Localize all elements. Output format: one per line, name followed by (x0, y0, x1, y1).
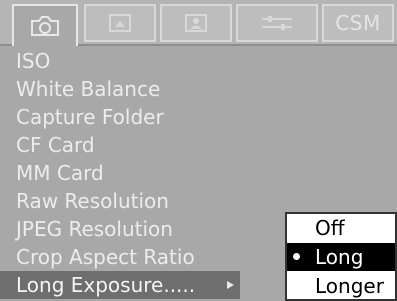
menu-item-mm-card[interactable]: MM Card (0, 159, 104, 187)
menu-item-long-exposure-label: Long Exposure...... (16, 273, 196, 297)
long-exposure-options-popup: Off Long Longer (285, 212, 397, 301)
menu-item-crop-aspect-ratio[interactable]: Crop Aspect Ratio (0, 243, 195, 271)
frame-icon (108, 13, 132, 33)
camera-icon (30, 15, 60, 37)
option-long-label: Long (315, 245, 364, 269)
option-off[interactable]: Off (287, 214, 395, 242)
tab-bar: CSM (0, 0, 397, 46)
menu-item-iso[interactable]: ISO (0, 47, 50, 75)
tab-4[interactable] (236, 4, 318, 42)
submenu-arrow-icon (227, 281, 234, 289)
menu-item-cf-card[interactable]: CF Card (0, 131, 95, 159)
option-long[interactable]: Long (287, 243, 395, 271)
menu-item-raw-resolution[interactable]: Raw Resolution (0, 187, 169, 215)
camera-menu-screen: CSM ISO White Balance Capture Folder CF … (0, 0, 397, 301)
menu-item-capture-folder[interactable]: Capture Folder (0, 103, 164, 131)
option-off-label: Off (315, 216, 345, 240)
settings-icon (260, 13, 294, 33)
menu-item-jpeg-resolution[interactable]: JPEG Resolution (0, 215, 173, 243)
menu-item-long-exposure[interactable]: Long Exposure...... (0, 271, 240, 299)
option-longer-label: Longer (315, 274, 384, 298)
tab-camera[interactable] (12, 4, 78, 46)
selected-bullet-icon (293, 253, 300, 260)
csm-tab-label: CSM (335, 11, 381, 35)
option-longer[interactable]: Longer (287, 272, 395, 300)
tab-csm[interactable]: CSM (322, 4, 394, 42)
person-icon (184, 13, 208, 33)
tab-2[interactable] (84, 4, 156, 42)
tab-3[interactable] (160, 4, 232, 42)
menu-item-white-balance[interactable]: White Balance (0, 75, 160, 103)
